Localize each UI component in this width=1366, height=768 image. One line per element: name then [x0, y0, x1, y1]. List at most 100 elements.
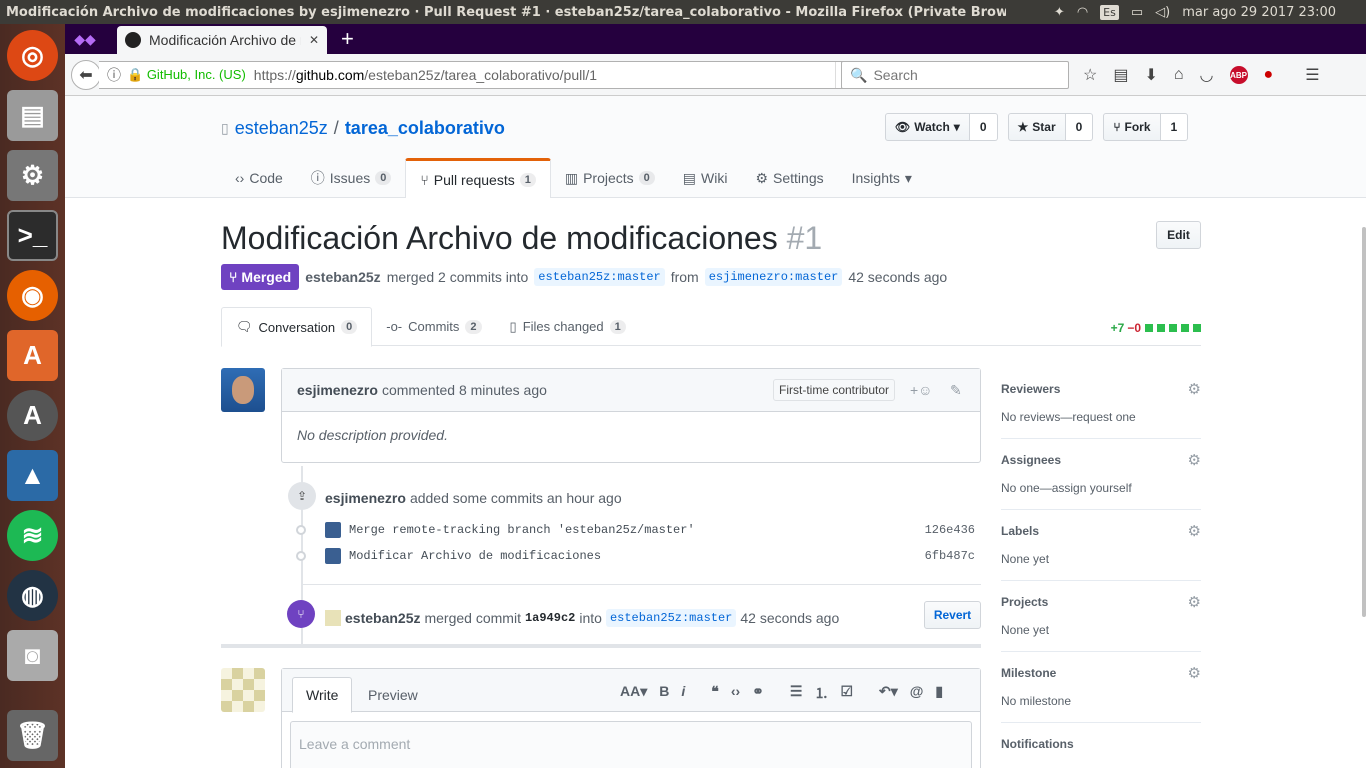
italic-icon[interactable]: i [681, 683, 685, 703]
tab-issues[interactable]: ⓘ Issues 0 [297, 158, 406, 198]
code-icon[interactable]: ‹› [731, 683, 740, 703]
edit-button[interactable]: Edit [1156, 221, 1201, 249]
system-settings-icon[interactable]: ⚙ [7, 150, 58, 201]
list-item[interactable]: Modificar Archivo de modificaciones 6fb4… [325, 548, 975, 564]
header-icon[interactable]: AA▾ [620, 683, 647, 703]
tab-projects[interactable]: ▥ Projects 0 [551, 158, 669, 198]
software-center-icon[interactable]: A [7, 330, 58, 381]
clock[interactable]: mar ago 29 2017 23:00 [1182, 5, 1336, 20]
gear-icon[interactable]: ⚙ [1188, 451, 1201, 469]
reply-icon[interactable]: ↶▾ [879, 683, 898, 703]
volume-icon[interactable]: ◁) [1155, 5, 1170, 20]
avatar[interactable] [325, 610, 341, 626]
close-tab-icon[interactable]: ✕ [309, 33, 319, 47]
ubuntu-dash-icon[interactable]: ◎ [7, 30, 58, 81]
gear-icon[interactable]: ⚙ [1188, 522, 1201, 540]
avatar[interactable] [325, 548, 341, 564]
merger-link[interactable]: esteban25z [305, 269, 380, 285]
gear-icon[interactable]: ⚙ [1188, 593, 1201, 611]
mention-icon[interactable]: @ [910, 683, 924, 703]
software-updater-icon[interactable]: A [7, 390, 58, 441]
head-ref[interactable]: esjimenezro:master [704, 268, 843, 286]
tab-settings[interactable]: ⚙ Settings [741, 158, 837, 198]
bulleted-list-icon[interactable]: ☰ [790, 683, 803, 703]
spotify-icon[interactable]: ≋ [7, 510, 58, 561]
numbered-list-icon[interactable]: ⒈ [814, 683, 828, 703]
comment-action[interactable]: commented 8 minutes ago [382, 382, 547, 398]
commit-message[interactable]: Merge remote-tracking branch 'esteban25z… [349, 523, 695, 537]
list-item[interactable]: Merge remote-tracking branch 'esteban25z… [325, 522, 975, 538]
fork-button[interactable]: ⑂ Fork [1103, 113, 1161, 141]
tab-files-changed[interactable]: ▯ Files changed 1 [496, 307, 640, 346]
reviewers-value[interactable]: No reviews—request one [1001, 410, 1201, 424]
keyboard-layout[interactable]: Es [1100, 4, 1119, 20]
scrollbar[interactable] [1362, 227, 1366, 617]
home-icon[interactable]: ⌂ [1174, 66, 1184, 84]
assignees-value[interactable]: No one—assign yourself [1001, 481, 1201, 495]
gear-icon[interactable]: ⚙ [1188, 664, 1201, 682]
comment-textarea[interactable]: Leave a comment [290, 721, 972, 768]
bold-icon[interactable]: B [659, 683, 669, 703]
tab-wiki[interactable]: ▤ Wiki [669, 158, 742, 198]
bookmark-star-icon[interactable]: ☆ [1083, 65, 1097, 85]
back-button[interactable]: ⬅ [71, 59, 101, 90]
merge-time[interactable]: 42 seconds ago [740, 610, 839, 626]
tab-conversation[interactable]: 🗨 Conversation 0 [221, 307, 373, 347]
commit-sha[interactable]: 6fb487c [925, 549, 975, 563]
repo-owner-link[interactable]: esteban25z [235, 118, 328, 139]
quote-icon[interactable]: ❝ [711, 683, 719, 703]
firefox-icon[interactable]: ◉ [7, 270, 58, 321]
reading-list-icon[interactable]: ▤ [1113, 65, 1128, 85]
comment-author[interactable]: esjimenezro [297, 382, 378, 398]
watch-button[interactable]: 👁 Watch ▾ [885, 113, 970, 141]
commit-message[interactable]: Modificar Archivo de modificaciones [349, 549, 601, 563]
secure-identity[interactable]: 🔒 GitHub, Inc. (US) [127, 67, 246, 83]
pencil-icon[interactable]: ✎ [950, 382, 962, 399]
flash-blocker-icon[interactable]: ● [1264, 66, 1274, 84]
new-tab-button[interactable]: + [341, 26, 354, 52]
merge-ref[interactable]: esteban25z:master [605, 609, 737, 627]
terminal-icon[interactable]: >_ [7, 210, 58, 261]
repo-name-link[interactable]: tarea_colaborativo [345, 118, 505, 139]
dropbox-icon[interactable]: ✦ [1054, 5, 1065, 20]
search-input[interactable]: 🔍 Search [841, 61, 1069, 89]
base-ref[interactable]: esteban25z:master [534, 268, 665, 286]
url-bar[interactable]: ⓘ 🔒 GitHub, Inc. (US) https://github.com… [99, 61, 860, 89]
tab-commits[interactable]: -o- Commits 2 [372, 307, 495, 346]
revert-button[interactable]: Revert [924, 601, 981, 629]
download-icon[interactable]: ⬇ [1144, 65, 1157, 85]
tab-pull-requests[interactable]: ⑂ Pull requests 1 [405, 158, 551, 198]
commit-sha[interactable]: 126e436 [925, 523, 975, 537]
star-button[interactable]: ★ Star [1007, 113, 1066, 141]
matlab-icon[interactable]: ▲ [7, 450, 58, 501]
reaction-icon[interactable]: +☺ [910, 382, 932, 398]
avatar[interactable] [221, 668, 265, 712]
avatar[interactable] [221, 368, 265, 412]
trash-icon[interactable]: 🗑 [7, 710, 58, 761]
tab-preview[interactable]: Preview [368, 677, 418, 713]
files-icon[interactable]: ▤ [7, 90, 58, 141]
camera-icon[interactable]: ◙ [7, 630, 58, 681]
menu-icon[interactable]: ☰ [1305, 65, 1319, 85]
avatar[interactable] [325, 522, 341, 538]
star-count[interactable]: 0 [1065, 113, 1094, 141]
browser-tab[interactable]: Modificación Archivo de modificaciones ✕ [117, 26, 327, 54]
fork-count[interactable]: 1 [1160, 113, 1189, 141]
diffstat[interactable]: +7 −0 [1111, 321, 1201, 335]
info-icon[interactable]: ⓘ [107, 65, 121, 85]
bookmark-icon[interactable]: ▮ [935, 683, 943, 703]
merge-commit-sha[interactable]: 1a949c2 [525, 611, 575, 625]
gitkraken-icon[interactable]: ◍ [7, 570, 58, 621]
tab-write[interactable]: Write [292, 677, 353, 713]
task-list-icon[interactable]: ☑ [840, 683, 853, 703]
event-author[interactable]: esjimenezro [325, 490, 406, 506]
pocket-icon[interactable]: ◡ [1200, 65, 1214, 85]
wifi-icon[interactable]: ◠ [1077, 5, 1088, 20]
adblock-icon[interactable]: ABP [1229, 66, 1248, 84]
tab-insights[interactable]: Insights ▾ [838, 158, 926, 198]
battery-icon[interactable]: ▭ [1131, 5, 1143, 20]
link-icon[interactable]: ⚭ [752, 683, 764, 703]
merged-time[interactable]: 42 seconds ago [848, 269, 947, 285]
watch-count[interactable]: 0 [969, 113, 998, 141]
gear-icon[interactable]: ⚙ [1188, 380, 1201, 398]
